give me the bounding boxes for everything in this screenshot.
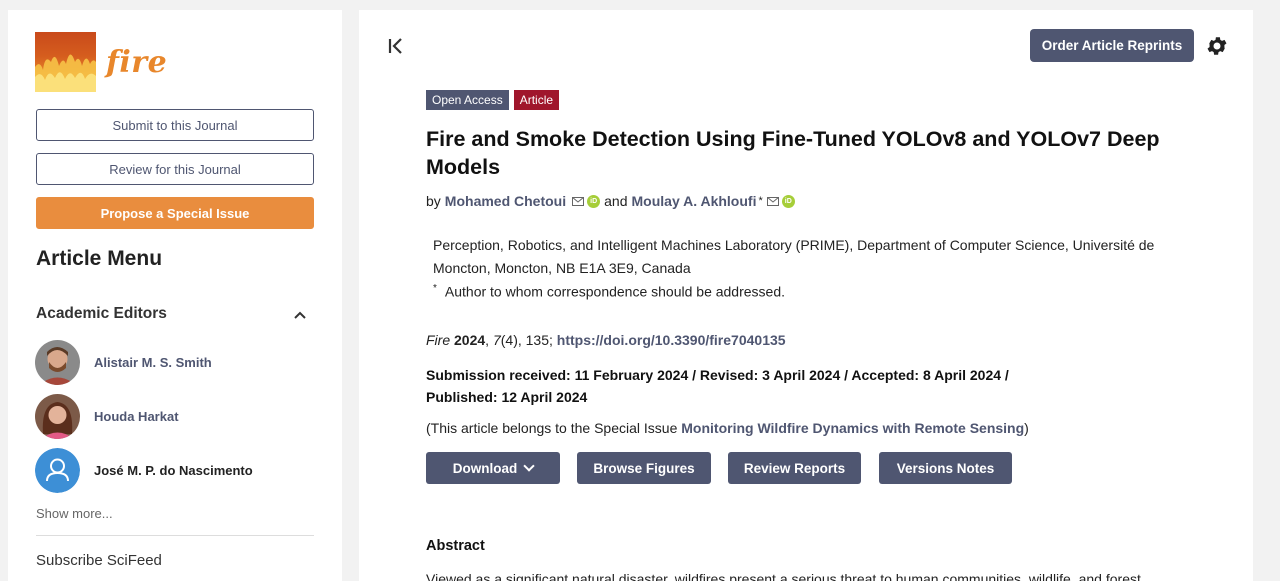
user-placeholder-icon — [35, 448, 80, 493]
abstract-text: Viewed as a significant natural disaster… — [426, 571, 1141, 581]
cite-volume: 7 — [492, 332, 501, 348]
cite-issue-pages: (4), 135; — [500, 332, 553, 348]
versions-notes-button[interactable]: Versions Notes — [879, 452, 1012, 484]
cite-year: 2024 — [454, 332, 486, 348]
editor-item[interactable]: Alistair M. S. Smith — [35, 340, 212, 385]
editor-name[interactable]: José M. P. do Nascimento — [94, 463, 253, 478]
orcid-icon[interactable]: iD — [781, 194, 795, 208]
review-reports-button[interactable]: Review Reports — [728, 452, 861, 484]
authors-line: by Mohamed Chetoui iD and Moulay A. Akhl… — [426, 193, 799, 209]
review-journal-button[interactable]: Review for this Journal — [36, 153, 314, 185]
doi-link[interactable]: https://doi.org/10.3390/fire7040135 — [557, 332, 786, 348]
citation: Fire 2024, 7(4), 135; https://doi.org/10… — [426, 332, 786, 348]
article-title: Fire and Smoke Detection Using Fine-Tune… — [426, 127, 1160, 179]
orcid-icon[interactable]: iD — [587, 194, 601, 208]
editor-avatar — [35, 340, 80, 385]
sidebar: fire Submit to this Journal Review for t… — [8, 10, 342, 581]
abstract-heading: Abstract — [426, 538, 485, 554]
publication-dates: Submission received: 11 February 2024 / … — [426, 367, 1009, 405]
editor-item[interactable]: Houda Harkat — [35, 394, 179, 439]
show-more-link[interactable]: Show more... — [36, 506, 113, 521]
correspondence-text: Author to whom correspondence should be … — [444, 283, 786, 300]
gear-icon[interactable] — [1205, 34, 1229, 58]
corresponding-mark: * — [433, 283, 437, 294]
propose-special-issue-button[interactable]: Propose a Special Issue — [36, 197, 314, 229]
article-main: Order Article Reprints Open Access Artic… — [359, 10, 1253, 581]
collapse-sidebar-icon[interactable] — [386, 36, 406, 56]
journal-name: fire — [106, 44, 168, 80]
chevron-down-icon — [523, 460, 535, 472]
submit-journal-button[interactable]: Submit to this Journal — [36, 109, 314, 141]
academic-editors-title: Academic Editors — [36, 305, 167, 322]
special-issue-link[interactable]: Monitoring Wildfire Dynamics with Remote… — [681, 420, 1024, 436]
page-scrollbar[interactable] — [1272, 0, 1280, 581]
special-issue-prefix: (This article belongs to the Special Iss… — [426, 420, 678, 436]
editor-name[interactable]: Houda Harkat — [94, 409, 179, 424]
corresponding-mark: * — [758, 195, 763, 207]
email-icon[interactable] — [572, 196, 585, 206]
special-issue-note: (This article belongs to the Special Iss… — [426, 420, 1029, 436]
special-issue-suffix: ) — [1024, 420, 1029, 436]
academic-editors-toggle[interactable]: Academic Editors — [36, 305, 306, 323]
by-label: by — [426, 193, 441, 209]
download-label: Download — [452, 460, 518, 476]
journal-logo[interactable]: fire — [35, 32, 167, 92]
order-reprints-button[interactable]: Order Article Reprints — [1030, 29, 1194, 62]
article-badges: Open Access Article — [426, 90, 560, 110]
chevron-up-icon[interactable] — [294, 306, 306, 322]
email-icon[interactable] — [766, 196, 779, 206]
author-link[interactable]: Mohamed Chetoui — [445, 193, 566, 209]
correspondence-note: * Author to whom correspondence should be… — [433, 283, 785, 300]
divider — [36, 535, 314, 536]
author-link[interactable]: Moulay A. Akhloufi — [632, 193, 757, 209]
download-button[interactable]: Download — [426, 452, 560, 484]
article-menu-title: Article Menu — [36, 247, 163, 270]
editor-item[interactable]: José M. P. do Nascimento — [35, 448, 253, 493]
cite-journal: Fire — [426, 332, 451, 348]
article-type-badge: Article — [513, 90, 560, 110]
fire-logo-icon — [35, 32, 96, 92]
editor-name[interactable]: Alistair M. S. Smith — [94, 355, 212, 370]
affiliation: Perception, Robotics, and Intelligent Ma… — [433, 237, 1155, 276]
editor-avatar — [35, 394, 80, 439]
browse-figures-button[interactable]: Browse Figures — [577, 452, 711, 484]
subscribe-scifeed-link[interactable]: Subscribe SciFeed — [36, 552, 162, 569]
and-label: and — [604, 193, 628, 209]
open-access-badge: Open Access — [426, 90, 509, 110]
